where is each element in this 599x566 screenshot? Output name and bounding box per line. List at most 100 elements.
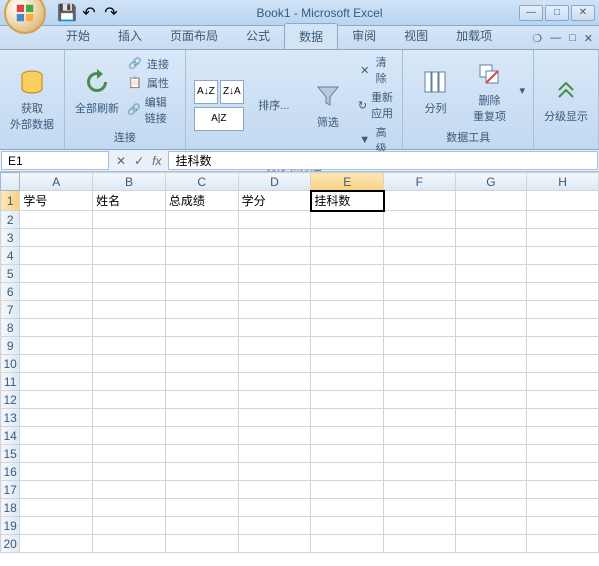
cell-A18[interactable] (20, 499, 93, 517)
cell-F17[interactable] (384, 481, 455, 499)
row-header-2[interactable]: 2 (1, 211, 20, 229)
cell-H19[interactable] (527, 517, 599, 535)
cell-C18[interactable] (165, 499, 238, 517)
cell-G11[interactable] (455, 373, 527, 391)
cell-F4[interactable] (384, 247, 455, 265)
cell-E9[interactable] (311, 337, 384, 355)
cell-E7[interactable] (311, 301, 384, 319)
cell-G7[interactable] (455, 301, 527, 319)
cell-F10[interactable] (384, 355, 455, 373)
cell-C6[interactable] (165, 283, 238, 301)
cell-B6[interactable] (93, 283, 166, 301)
cell-C17[interactable] (165, 481, 238, 499)
cell-G3[interactable] (455, 229, 527, 247)
cell-G16[interactable] (455, 463, 527, 481)
cell-B7[interactable] (93, 301, 166, 319)
row-header-10[interactable]: 10 (1, 355, 20, 373)
row-header-17[interactable]: 17 (1, 481, 20, 499)
cell-D2[interactable] (238, 211, 311, 229)
cell-D5[interactable] (238, 265, 311, 283)
cell-H6[interactable] (527, 283, 599, 301)
cell-A16[interactable] (20, 463, 93, 481)
cell-A5[interactable] (20, 265, 93, 283)
cell-A17[interactable] (20, 481, 93, 499)
cell-F6[interactable] (384, 283, 455, 301)
cell-G18[interactable] (455, 499, 527, 517)
fx-icon[interactable]: fx (152, 154, 161, 168)
cell-H14[interactable] (527, 427, 599, 445)
cell-B12[interactable] (93, 391, 166, 409)
cell-F13[interactable] (384, 409, 455, 427)
cell-D13[interactable] (238, 409, 311, 427)
cell-C20[interactable] (165, 535, 238, 553)
cell-B9[interactable] (93, 337, 166, 355)
cell-H15[interactable] (527, 445, 599, 463)
cell-E16[interactable] (311, 463, 384, 481)
formula-input[interactable]: 挂科数 (168, 151, 598, 170)
cell-B15[interactable] (93, 445, 166, 463)
cell-E15[interactable] (311, 445, 384, 463)
cell-D15[interactable] (238, 445, 311, 463)
tab-页面布局[interactable]: 页面布局 (156, 23, 232, 49)
cell-A15[interactable] (20, 445, 93, 463)
cell-E13[interactable] (311, 409, 384, 427)
cell-D7[interactable] (238, 301, 311, 319)
cell-F9[interactable] (384, 337, 455, 355)
cell-A8[interactable] (20, 319, 93, 337)
cell-A6[interactable] (20, 283, 93, 301)
cell-B18[interactable] (93, 499, 166, 517)
cell-H12[interactable] (527, 391, 599, 409)
more-tools-icon[interactable]: ▾ (519, 84, 525, 97)
sort-asc-button[interactable]: A↓Z (194, 80, 218, 104)
tab-加载项[interactable]: 加载项 (442, 23, 506, 49)
cell-E5[interactable] (311, 265, 384, 283)
column-header-H[interactable]: H (527, 173, 599, 191)
cell-A4[interactable] (20, 247, 93, 265)
cell-C11[interactable] (165, 373, 238, 391)
cell-A20[interactable] (20, 535, 93, 553)
cell-C19[interactable] (165, 517, 238, 535)
cell-A1[interactable]: 学号 (20, 191, 93, 211)
cell-F8[interactable] (384, 319, 455, 337)
row-header-9[interactable]: 9 (1, 337, 20, 355)
row-header-18[interactable]: 18 (1, 499, 20, 517)
cell-G10[interactable] (455, 355, 527, 373)
row-header-4[interactable]: 4 (1, 247, 20, 265)
cell-A7[interactable] (20, 301, 93, 319)
cell-G17[interactable] (455, 481, 527, 499)
cell-B11[interactable] (93, 373, 166, 391)
cell-C13[interactable] (165, 409, 238, 427)
cell-G19[interactable] (455, 517, 527, 535)
cell-C5[interactable] (165, 265, 238, 283)
cell-H9[interactable] (527, 337, 599, 355)
cell-E18[interactable] (311, 499, 384, 517)
refresh-all-button[interactable]: 全部刷新 (73, 64, 121, 118)
cell-B5[interactable] (93, 265, 166, 283)
cell-C2[interactable] (165, 211, 238, 229)
column-header-G[interactable]: G (455, 173, 527, 191)
close-button[interactable]: ✕ (571, 5, 595, 21)
cell-B10[interactable] (93, 355, 166, 373)
accept-icon[interactable]: ✓ (134, 154, 144, 168)
cell-E3[interactable] (311, 229, 384, 247)
row-header-14[interactable]: 14 (1, 427, 20, 445)
cell-B1[interactable]: 姓名 (93, 191, 166, 211)
cell-C7[interactable] (165, 301, 238, 319)
cell-B17[interactable] (93, 481, 166, 499)
row-header-7[interactable]: 7 (1, 301, 20, 319)
cell-G14[interactable] (455, 427, 527, 445)
cell-E1[interactable]: 挂科数 (311, 191, 384, 211)
cell-H18[interactable] (527, 499, 599, 517)
cell-H20[interactable] (527, 535, 599, 553)
cell-E17[interactable] (311, 481, 384, 499)
cell-H4[interactable] (527, 247, 599, 265)
cell-G13[interactable] (455, 409, 527, 427)
cell-G5[interactable] (455, 265, 527, 283)
help-icon[interactable]: ❍ (532, 32, 542, 45)
cell-B3[interactable] (93, 229, 166, 247)
cell-A11[interactable] (20, 373, 93, 391)
cell-H5[interactable] (527, 265, 599, 283)
cell-H8[interactable] (527, 319, 599, 337)
cell-B4[interactable] (93, 247, 166, 265)
cell-G4[interactable] (455, 247, 527, 265)
